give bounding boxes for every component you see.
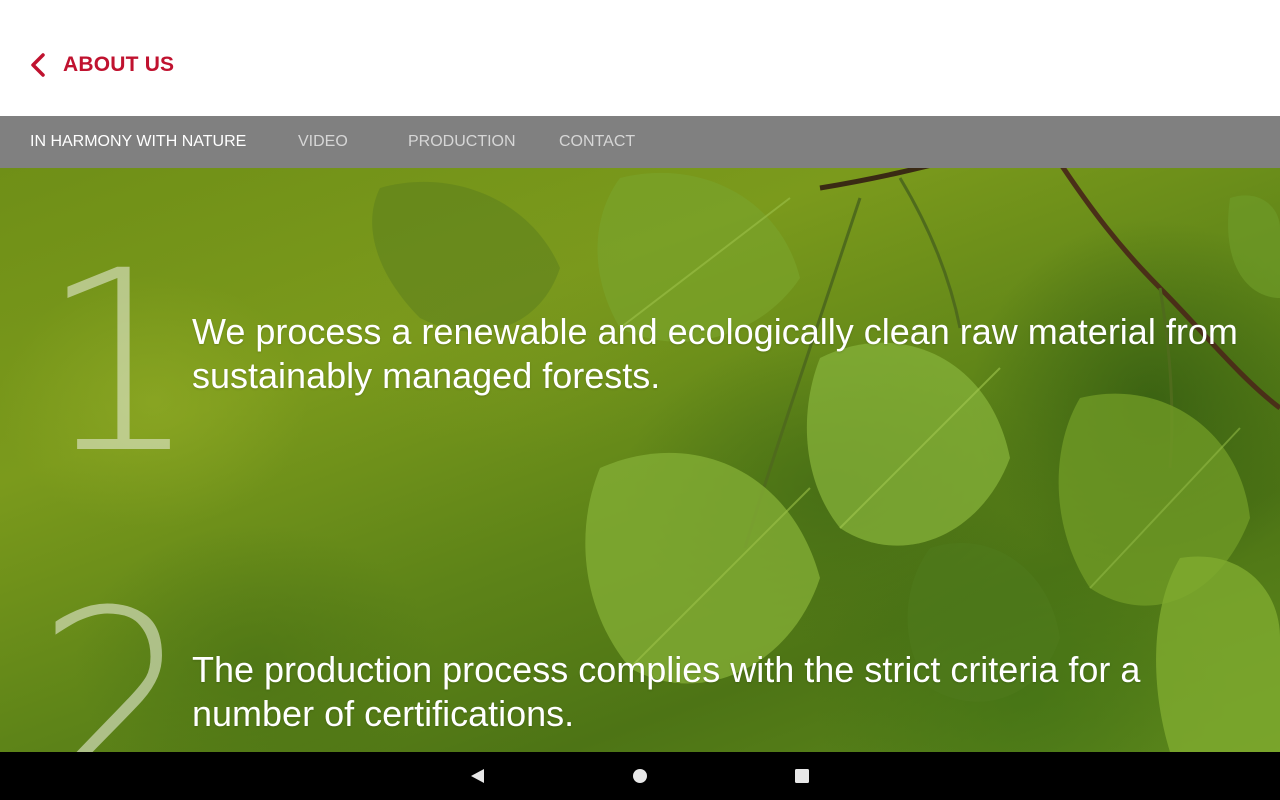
tab-video[interactable]: VIDEO	[298, 116, 348, 168]
system-navigation-bar	[0, 752, 1280, 800]
point-text-2: The production process complies with the…	[192, 649, 1141, 734]
app-header: ABOUT US	[0, 0, 1280, 116]
section-tab-bar: IN HARMONY WITH NATURE VIDEO PRODUCTION …	[0, 116, 1280, 168]
system-back-button[interactable]	[453, 752, 501, 800]
triangle-back-icon	[471, 769, 484, 783]
tab-in-harmony-with-nature[interactable]: IN HARMONY WITH NATURE	[30, 116, 246, 168]
app-screen: ABOUT US IN HARMONY WITH NATURE VIDEO PR…	[0, 0, 1280, 800]
point-number-1: 1	[40, 217, 200, 508]
back-button[interactable]	[20, 46, 56, 84]
point-number-2: 2	[36, 557, 196, 753]
circle-home-icon	[633, 769, 647, 783]
system-recents-button[interactable]	[778, 752, 826, 800]
system-home-button[interactable]	[616, 752, 664, 800]
page-title: ABOUT US	[63, 53, 175, 76]
tab-production[interactable]: PRODUCTION	[408, 116, 516, 168]
chevron-left-icon	[31, 53, 45, 77]
content-scroll-area[interactable]: 1 We process a renewable and ecologicall…	[0, 168, 1280, 752]
square-recents-icon	[795, 769, 809, 783]
point-text-1: We process a renewable and ecologically …	[192, 311, 1238, 396]
tab-contact[interactable]: CONTACT	[559, 116, 635, 168]
